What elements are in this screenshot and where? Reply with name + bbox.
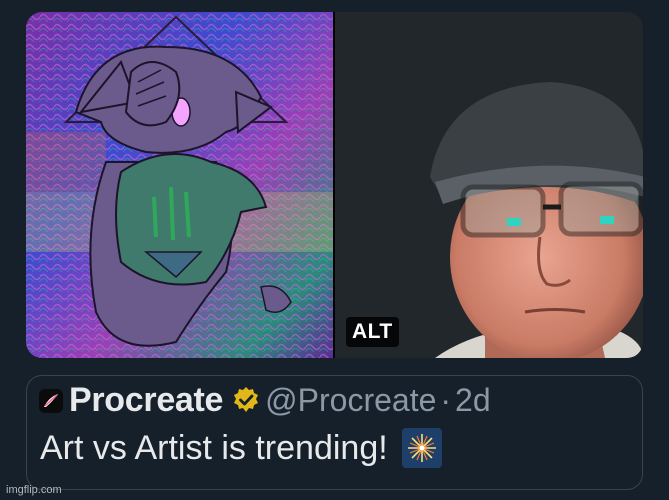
artwork-illustration-icon [26,12,333,358]
fireworks-emoji-icon [401,428,442,468]
quoted-tweet-header: Procreate @Procreate · 2d [39,378,491,422]
man-photo-icon [335,12,643,358]
selfie-photo[interactable] [335,12,643,358]
author-handle[interactable]: @Procreate [265,382,436,419]
procreate-logo-icon [39,389,63,413]
artwork-image[interactable] [26,12,333,358]
quoted-tweet-text: Art vs Artist is trending! [40,428,442,468]
quoted-tweet-card[interactable]: Procreate @Procreate · 2d Art vs Artist … [26,375,643,490]
separator-dot: · [440,381,452,418]
author-name[interactable]: Procreate [69,381,223,420]
alt-text-button[interactable]: ALT [346,317,399,347]
tweet-page: ALT Procreate @Procreate · 2d Art vs Art… [0,0,669,500]
tweet-body-text: Art vs Artist is trending! [40,428,388,467]
post-time[interactable]: 2d [455,382,491,419]
verified-badge-icon [231,385,261,415]
media-grid [26,12,643,358]
imgflip-watermark: imgflip.com [6,484,62,496]
